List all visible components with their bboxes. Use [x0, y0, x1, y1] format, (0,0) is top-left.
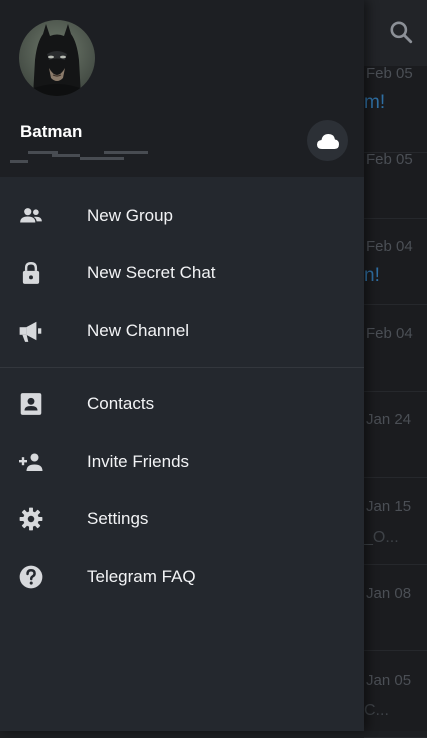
chat-date: Feb 04 — [366, 238, 413, 255]
menu-label: Telegram FAQ — [87, 566, 196, 586]
menu-divider — [0, 366, 364, 368]
chat-snippet: m! — [364, 92, 386, 113]
menu-label: New Group — [87, 205, 173, 225]
user-name: Batman — [20, 122, 83, 141]
megaphone-icon — [18, 318, 44, 344]
menu-item-new-group[interactable]: New Group — [0, 187, 364, 245]
contact-card-icon — [18, 391, 44, 417]
chat-date: Jan 15 — [366, 498, 412, 515]
chat-date: Feb 04 — [366, 325, 413, 342]
chat-row[interactable] — [364, 564, 427, 651]
chat-date: Jan 05 — [366, 672, 412, 689]
menu-item-new-secret-chat[interactable]: New Secret Chat — [0, 245, 364, 303]
menu-label: Invite Friends — [87, 451, 190, 471]
cloud-icon — [316, 133, 339, 149]
drawer-header: Batman — [0, 0, 364, 177]
group-icon — [18, 203, 44, 229]
add-person-icon — [18, 449, 44, 475]
chat-row[interactable] — [364, 391, 427, 478]
user-phone-redacted — [4, 148, 148, 166]
search-icon[interactable] — [388, 19, 414, 45]
menu-item-settings[interactable]: Settings — [0, 491, 364, 549]
chat-row[interactable] — [364, 651, 427, 738]
menu-item-telegram-faq[interactable]: Telegram FAQ — [0, 548, 364, 606]
chat-date: Feb 05 — [366, 65, 413, 82]
menu-label: New Channel — [87, 320, 190, 340]
drawer-menu: New Group New Secret Chat New Channel Co… — [0, 187, 364, 606]
help-icon — [18, 564, 44, 590]
chat-date: Feb 05 — [366, 151, 413, 168]
saved-messages-button[interactable] — [307, 120, 348, 161]
navigation-drawer: Batman New Group New Secret Chat New Cha… — [0, 0, 364, 731]
chat-row[interactable] — [364, 478, 427, 565]
chat-snippet: n! — [364, 265, 380, 286]
menu-item-new-channel[interactable]: New Channel — [0, 302, 364, 360]
menu-label: Settings — [87, 509, 149, 529]
chat-date: Jan 08 — [366, 585, 412, 602]
lock-icon — [18, 260, 44, 286]
menu-item-contacts[interactable]: Contacts — [0, 376, 364, 434]
avatar[interactable] — [19, 20, 95, 96]
menu-label: Contacts — [87, 394, 155, 414]
chat-row[interactable] — [364, 305, 427, 392]
chat-snippet: C... — [364, 702, 389, 719]
chat-date: Jan 24 — [366, 411, 412, 428]
gear-icon — [18, 506, 44, 532]
chat-row[interactable] — [364, 218, 427, 305]
chat-row[interactable] — [364, 132, 427, 219]
menu-item-invite-friends[interactable]: Invite Friends — [0, 433, 364, 491]
chat-snippet: _O... — [364, 529, 399, 546]
menu-label: New Secret Chat — [87, 263, 216, 283]
